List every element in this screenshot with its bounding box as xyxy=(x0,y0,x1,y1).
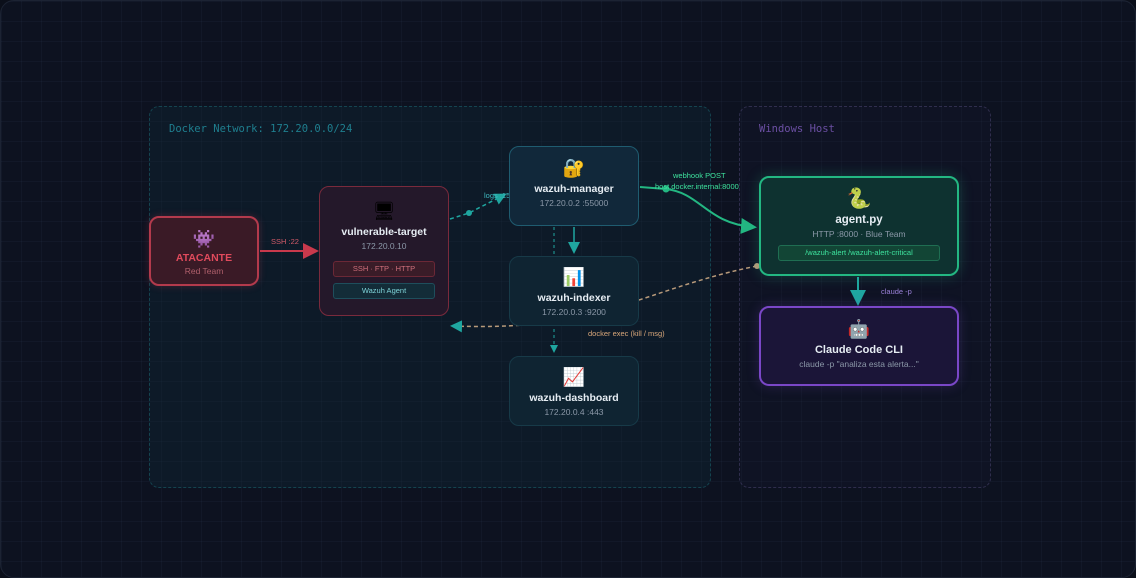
node-wazuh-indexer[interactable]: 📊 wazuh-indexer 172.20.0.3 :9200 xyxy=(509,256,639,326)
node-title: wazuh-dashboard xyxy=(529,392,619,404)
edge-webhook xyxy=(639,186,757,234)
edge-docker-exec-label: docker exec (kill / msg) xyxy=(588,329,665,338)
edge-webhook-label-1: webhook POST xyxy=(672,171,726,180)
node-attacker[interactable]: 👾 ATACANTE Red Team xyxy=(149,216,259,286)
node-title: wazuh-manager xyxy=(534,183,614,195)
lock-icon: 🔐 xyxy=(562,158,586,178)
node-title: vulnerable-target xyxy=(341,226,427,238)
node-title: ATACANTE xyxy=(175,252,233,264)
node-claude-code-cli[interactable]: 🤖 Claude Code CLI claude -p "analiza est… xyxy=(759,306,959,386)
computer-icon: 🖥 xyxy=(372,201,396,221)
node-vulnerable-target[interactable]: 🖥 vulnerable-target 172.20.0.10 SSH · FT… xyxy=(319,186,449,316)
edge-ssh-label: SSH :22 xyxy=(271,237,299,246)
node-subtitle: 172.20.0.4 :443 xyxy=(544,407,604,417)
bar-chart-icon: 📊 xyxy=(562,267,586,287)
node-subtitle: Red Team xyxy=(184,266,224,276)
edge-claude-p-label: claude -p xyxy=(881,287,912,296)
node-agent-py[interactable]: 🐍 agent.py HTTP :8000 · Blue Team /wazuh… xyxy=(759,176,959,276)
space-invader-icon: 👾 xyxy=(192,229,216,249)
node-title: Claude Code CLI xyxy=(814,344,903,356)
node-wazuh-dashboard[interactable]: 📈 wazuh-dashboard 172.20.0.4 :443 xyxy=(509,356,639,426)
node-subtitle: claude -p "analiza esta alerta..." xyxy=(799,359,919,369)
node-title: wazuh-indexer xyxy=(537,292,611,304)
edge-logs-dot xyxy=(466,210,472,216)
trend-chart-icon: 📈 xyxy=(562,367,586,387)
node-subtitle: HTTP :8000 · Blue Team xyxy=(812,229,906,239)
python-icon: 🐍 xyxy=(846,188,872,210)
wazuh-agent-tag: Wazuh Agent xyxy=(333,283,435,299)
edge-webhook-label-2: host.docker.internal:8000 xyxy=(655,182,739,191)
node-subtitle: 172.20.0.3 :9200 xyxy=(542,307,606,317)
services-tag: SSH · FTP · HTTP xyxy=(333,261,435,277)
node-subtitle: 172.20.0.2 :55000 xyxy=(539,198,609,208)
endpoints-tag: /wazuh-alert /wazuh-alert-critical xyxy=(778,245,940,261)
node-title: agent.py xyxy=(835,214,883,226)
node-subtitle: 172.20.0.10 xyxy=(361,241,407,251)
diagram-canvas: Docker Network: 172.20.0.0/24 Windows Ho… xyxy=(0,0,1136,578)
node-wazuh-manager[interactable]: 🔐 wazuh-manager 172.20.0.2 :55000 xyxy=(509,146,639,226)
robot-icon: 🤖 xyxy=(847,319,871,339)
